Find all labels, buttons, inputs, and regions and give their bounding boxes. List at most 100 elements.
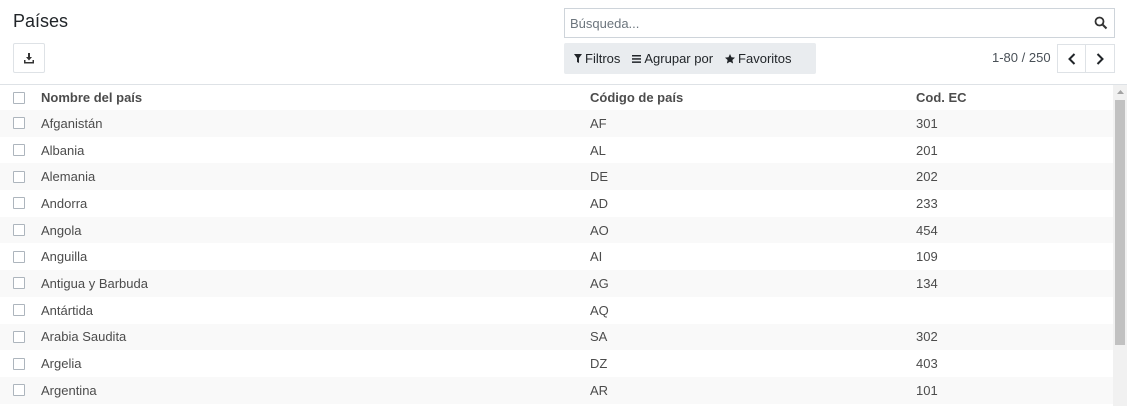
table-row[interactable]: Albania AL 201 [0,136,1113,164]
row-select-cell [13,243,25,270]
download-button[interactable] [13,43,45,73]
table-row[interactable]: Antigua y Barbuda AG 134 [0,270,1113,297]
row-select-cell [13,163,25,190]
filters-label: Filtros [585,51,621,66]
table-body: Afganistán AF 301 Albania AL 201 Alemania DE 202… [0,110,1113,404]
ec-code: 109 [916,249,938,265]
ec-code: 101 [916,382,938,398]
row-checkbox[interactable] [13,384,25,397]
pager-buttons [1057,44,1115,73]
ec-code: 302 [916,329,938,345]
caret-up-icon [1116,90,1124,94]
country-code: AF [590,115,607,131]
ec-code: 202 [916,169,938,185]
country-name: Argentina [41,382,97,398]
ec-code: 403 [916,356,938,372]
group-by-button[interactable]: Agrupar por [626,43,719,74]
favorites-label: Favoritos [738,51,792,66]
table-row[interactable]: Argelia DZ 403 [0,350,1113,377]
star-icon [725,53,736,63]
row-select-cell [13,137,25,164]
scrollbar[interactable] [1113,85,1127,406]
row-select-cell [13,350,25,377]
search-bar [564,8,1115,38]
row-select-cell [13,377,25,404]
country-code: DZ [590,356,608,372]
table-header-row: Nombre del país Código de país Cod. EC [0,85,1113,110]
table-row[interactable]: Afganistán AF 301 [0,110,1113,137]
pager-next-button[interactable] [1086,44,1115,73]
table-row[interactable]: Angola AO 454 [0,216,1113,244]
download-icon [24,53,34,64]
pager-value[interactable]: 1-80 / 250 [992,50,1051,65]
country-name: Albania [41,142,85,158]
row-checkbox[interactable] [13,357,25,370]
country-name: Antigua y Barbuda [41,275,148,291]
country-name: Afganistán [41,115,103,131]
table-row[interactable]: Alemania DE 202 [0,163,1113,191]
country-code: AR [590,382,609,398]
row-checkbox[interactable] [13,304,25,317]
country-name: Alemania [41,169,96,185]
column-header-code[interactable]: Código de país [590,85,683,110]
table-row[interactable]: Arabia Saudita SA 302 [0,323,1113,351]
filters-button[interactable]: Filtros [568,43,626,74]
country-code: AQ [590,302,609,318]
pager-previous-button[interactable] [1057,44,1086,73]
row-select-cell [13,190,25,217]
country-name: Anguilla [41,249,88,265]
country-code: SA [590,329,608,345]
select-all-checkbox[interactable] [13,91,25,104]
row-select-cell [13,324,25,351]
row-checkbox[interactable] [13,197,25,210]
table-row[interactable]: Anguilla AI 109 [0,243,1113,271]
table-row[interactable]: Antártida AQ [0,296,1113,324]
country-code: DE [590,169,609,185]
country-code: AO [590,222,609,238]
row-checkbox[interactable] [13,277,25,290]
row-checkbox[interactable] [13,117,25,130]
search-input[interactable] [565,9,1085,37]
ec-code: 454 [916,222,938,238]
row-select-cell [13,110,25,137]
search-icon[interactable] [1094,16,1108,30]
favorites-button[interactable]: Favoritos [719,43,797,74]
table-row[interactable]: Andorra AD 233 [0,190,1113,217]
row-select-cell [13,270,25,297]
control-panel: Países Filtros Agrupar por Favoritos 1-8… [0,0,1127,85]
column-header-ec[interactable]: Cod. EC [916,85,967,110]
chevron-right-icon [1096,52,1104,65]
chevron-left-icon [1067,52,1075,65]
ec-code: 301 [916,115,938,131]
column-header-name[interactable]: Nombre del país [41,85,142,110]
country-name: Argelia [41,356,82,372]
country-name: Arabia Saudita [41,329,127,345]
group-by-label: Agrupar por [644,51,714,66]
country-name: Angola [41,222,82,238]
row-checkbox[interactable] [13,250,25,263]
ec-code: 233 [916,195,938,211]
select-all-cell [13,85,25,110]
row-checkbox[interactable] [13,170,25,183]
row-select-cell [13,297,25,324]
countries-table: Nombre del país Código de país Cod. EC A… [0,85,1113,406]
ec-code: 134 [916,275,938,291]
scrollbar-thumb[interactable] [1115,100,1125,345]
country-code: AI [590,249,603,265]
country-code: AG [590,275,609,291]
country-name: Andorra [41,195,88,211]
country-name: Antártida [41,302,94,318]
row-checkbox[interactable] [13,144,25,157]
page-title: Países [13,11,69,31]
ec-code: 201 [916,142,938,158]
row-select-cell [13,217,25,244]
filter-icon [574,54,582,63]
search-options-bar: Filtros Agrupar por Favoritos [564,43,816,74]
scroll-up-arrow[interactable] [1113,85,1127,99]
country-code: AD [590,195,609,211]
list-icon [632,54,642,63]
country-code: AL [590,142,606,158]
table-row[interactable]: Argentina AR 101 [0,376,1113,404]
row-checkbox[interactable] [13,330,25,343]
row-checkbox[interactable] [13,224,25,237]
